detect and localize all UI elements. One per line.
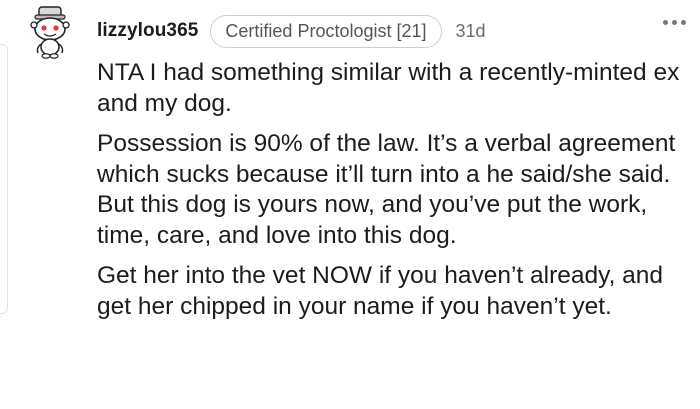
more-dot [681, 20, 686, 25]
username-link[interactable]: lizzylou365 [97, 20, 198, 42]
thread-collapse-line[interactable] [0, 44, 8, 314]
user-flair: Certified Proctologist [21] [210, 14, 442, 48]
more-dot [663, 20, 668, 25]
comment-paragraph: Get her into the vet NOW if you haven’t … [97, 262, 664, 320]
comment-header: lizzylou365 Certified Proctologist [21] … [97, 14, 486, 48]
snoo-avatar-icon[interactable] [22, 4, 82, 62]
more-options-icon[interactable] [663, 20, 686, 25]
more-dot [672, 20, 677, 25]
comment-paragraph: NTA I had something similar with a recen… [97, 59, 680, 117]
comment-body: NTA I had something similar with a recen… [97, 58, 687, 332]
comment-age: 31d [455, 20, 486, 41]
comment-paragraph: Possession is 90% of the law. It’s a ver… [97, 130, 676, 249]
